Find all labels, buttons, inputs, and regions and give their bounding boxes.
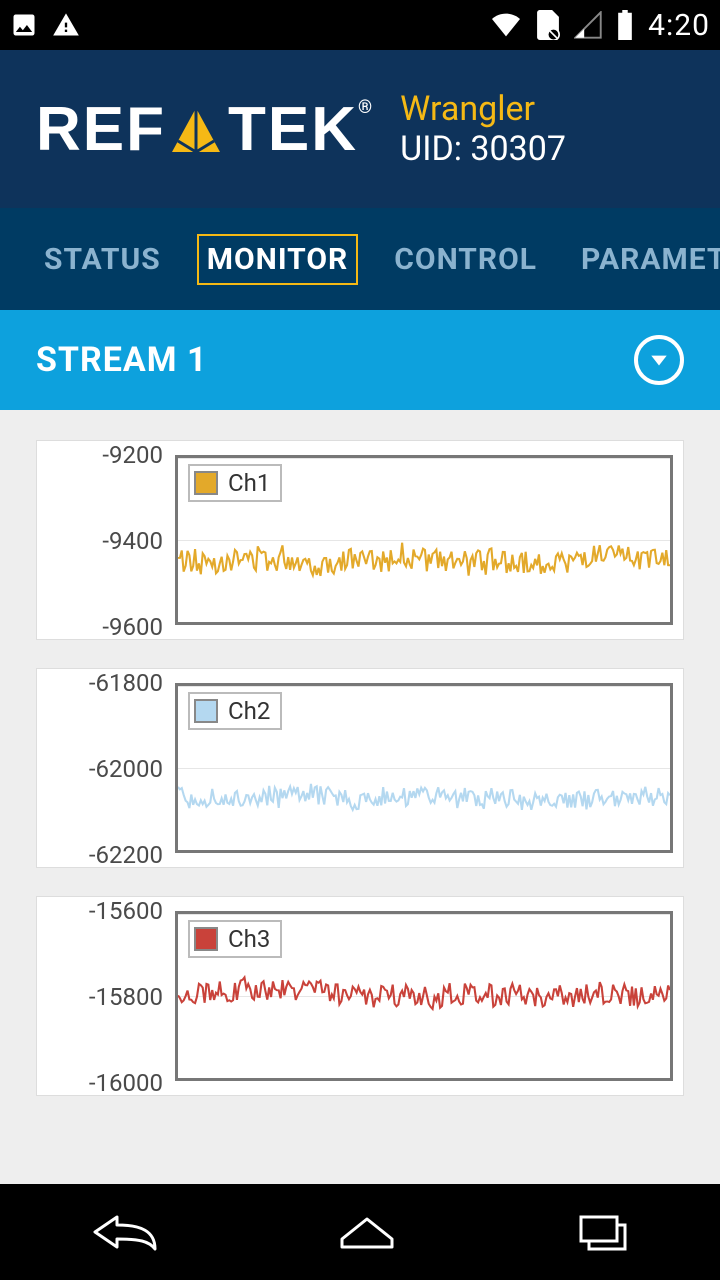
- legend: Ch3: [188, 920, 282, 958]
- legend-label: Ch1: [228, 469, 270, 497]
- logo-text-ref: REF: [36, 94, 166, 165]
- tab-status[interactable]: STATUS: [36, 236, 169, 283]
- plot-area[interactable]: Ch1: [175, 455, 673, 625]
- legend-swatch: [194, 699, 218, 723]
- legend-label: Ch3: [228, 925, 270, 953]
- cell-signal-icon: [574, 11, 602, 39]
- clock-text: 4:20: [648, 8, 710, 43]
- device-uid: UID: 30307: [400, 129, 566, 169]
- app-header: REF TEK ® Wrangler UID: 30307: [0, 50, 720, 208]
- tab-monitor[interactable]: MONITOR: [197, 234, 359, 285]
- stream-header[interactable]: STREAM 1: [0, 310, 720, 410]
- wifi-icon: [490, 11, 522, 39]
- logo-text-tek: TEK: [228, 94, 358, 165]
- tab-parameters[interactable]: PARAMETERS: [573, 236, 720, 283]
- legend: Ch2: [188, 692, 282, 730]
- y-tick-label: -15800: [89, 983, 163, 1011]
- plot-area[interactable]: Ch2: [175, 683, 673, 853]
- registered-mark: ®: [358, 97, 372, 118]
- plot-ch2: -61800 -62000 -62200 Ch2: [0, 668, 720, 868]
- tab-bar: STATUS MONITOR CONTROL PARAMETERS LOGIN: [0, 208, 720, 310]
- plot-area[interactable]: Ch3: [175, 911, 673, 1081]
- y-tick-label: -9600: [102, 613, 163, 641]
- y-tick-label: -9200: [102, 441, 163, 469]
- y-tick-label: -62000: [89, 755, 163, 783]
- y-tick-label: -62200: [89, 841, 163, 869]
- plot-ch3: -15600 -15800 -16000 Ch3: [0, 896, 720, 1096]
- app-logo: REF TEK ®: [36, 94, 374, 165]
- nav-recent-button[interactable]: [575, 1211, 631, 1253]
- plot-ch1: -9200 -9400 -9600 Ch1: [0, 440, 720, 640]
- legend: Ch1: [188, 464, 282, 502]
- android-status-bar: 4:20: [0, 0, 720, 50]
- logo-triangle-icon: [170, 106, 222, 154]
- stream-dropdown-button[interactable]: [634, 335, 684, 385]
- nav-home-button[interactable]: [336, 1211, 398, 1253]
- storage-icon: [536, 10, 560, 40]
- y-tick-label: -9400: [102, 527, 163, 555]
- content-area: -9200-9400-9600Ch1-61800-62000-62200Ch2-…: [0, 410, 720, 1096]
- legend-swatch: [194, 471, 218, 495]
- device-name: Wrangler: [400, 89, 566, 129]
- tab-control[interactable]: CONTROL: [386, 236, 545, 283]
- y-tick-label: -16000: [89, 1069, 163, 1097]
- android-nav-bar: [0, 1184, 720, 1280]
- nav-back-button[interactable]: [89, 1211, 159, 1253]
- y-tick-label: -15600: [89, 897, 163, 925]
- battery-icon: [616, 10, 634, 40]
- legend-label: Ch2: [228, 697, 270, 725]
- warning-icon: [52, 11, 80, 39]
- device-info: Wrangler UID: 30307: [400, 89, 566, 169]
- y-tick-label: -61800: [89, 669, 163, 697]
- legend-swatch: [194, 927, 218, 951]
- image-icon: [10, 11, 38, 39]
- stream-title: STREAM 1: [36, 340, 207, 380]
